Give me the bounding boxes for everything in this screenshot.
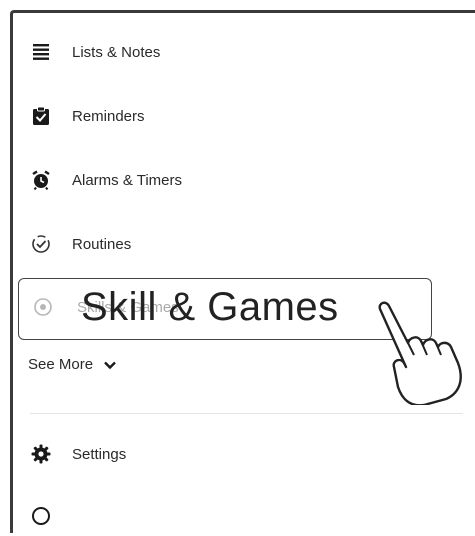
menu-item-partial[interactable] [30,496,52,536]
menu-item-alarms-timers[interactable]: Alarms & Timers [30,160,182,200]
see-more-label: See More [28,356,94,373]
pointing-hand-icon [372,295,472,410]
clipboard-check-icon [30,105,52,127]
list-icon [30,41,52,63]
menu-item-lists-notes[interactable]: Lists & Notes [30,32,160,72]
gear-icon [30,443,52,465]
skills-icon [33,297,53,322]
skills-games-callout[interactable]: Skills & Games Skill & Games [18,278,432,340]
menu-item-label: Lists & Notes [72,43,161,61]
menu-item-label: Reminders [72,107,145,125]
chevron-down-icon [103,358,117,372]
alarm-clock-icon [30,169,52,191]
menu-item-reminders[interactable]: Reminders [30,96,145,136]
menu-item-label: Routines [72,235,132,253]
divider [30,413,463,414]
see-more-button[interactable]: See More [28,356,117,373]
menu-item-label: Alarms & Timers [72,171,183,189]
menu-item-routines[interactable]: Routines [30,224,131,264]
menu-item-settings[interactable]: Settings [30,434,126,474]
help-icon [30,505,52,527]
menu-item-label: Settings [72,445,127,463]
callout-text: Skill & Games [81,285,339,329]
routine-check-icon [30,233,52,255]
